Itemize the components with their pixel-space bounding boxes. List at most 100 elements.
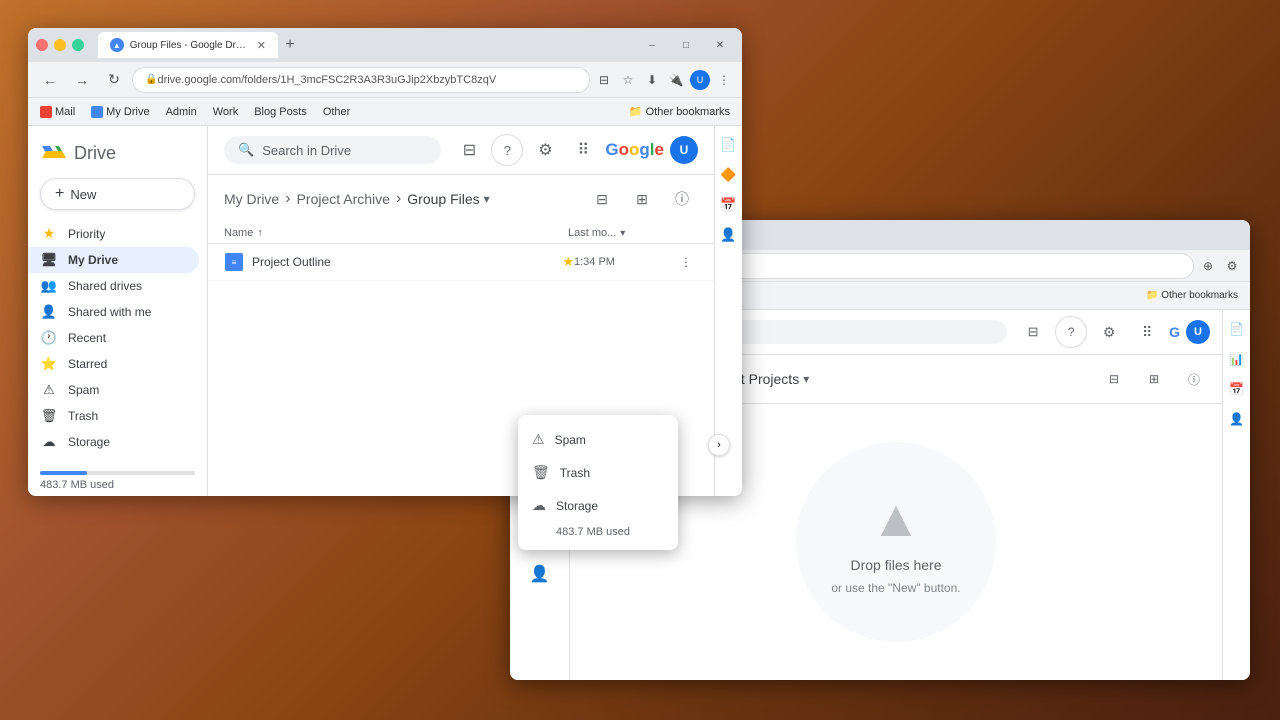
breadcrumb-actions-2: ⊟ ⊞ ⓘ <box>1098 363 1210 395</box>
calendar-icon-2[interactable]: 📅 <box>1226 378 1248 400</box>
popup-spam-icon: ⚠ <box>532 431 545 448</box>
col-name-label: Name <box>224 227 253 239</box>
spam-icon: ⚠ <box>40 382 58 398</box>
extension-icon[interactable]: 🔌 <box>666 70 686 90</box>
google-logo-2: G <box>1169 324 1180 340</box>
profile-icon[interactable]: U <box>690 70 710 90</box>
info-icon[interactable]: ⓘ <box>666 183 698 215</box>
col-modified-header[interactable]: Last mo... ▾ <box>568 227 668 239</box>
breadcrumb-chevron-icon-2[interactable]: ▾ <box>803 372 809 386</box>
bookmark-otherbookmarks[interactable]: 📁 Other bookmarks <box>625 103 734 120</box>
sidebar-item-storage[interactable]: ☁ Storage <box>28 429 199 455</box>
filter-files-icon-2[interactable]: ⊟ <box>1098 363 1130 395</box>
sidebar-item-priority[interactable]: ★ Priority <box>28 220 199 247</box>
grid-view-icon[interactable]: ⊞ <box>626 183 658 215</box>
storage-used-label: 483.7 MB used <box>40 479 114 491</box>
grid-view-icon-2[interactable]: ⊞ <box>1138 363 1170 395</box>
address-bar[interactable]: 🔒 drive.google.com/folders/1H_3mcFSC2R3A… <box>132 67 590 93</box>
sidebar-storage: 483.7 MB used <box>28 459 207 496</box>
sidebar-item-shareddrives[interactable]: 👥 Shared drives <box>28 273 199 299</box>
file-name: Project Outline <box>252 255 556 269</box>
settings-icon-2[interactable]: ⚙ <box>1222 256 1242 276</box>
browser-toolbar: ← → ↻ 🔒 drive.google.com/folders/1H_3mcF… <box>28 62 742 98</box>
popup-item-storage[interactable]: ☁ Storage <box>518 489 678 522</box>
table-row[interactable]: ≡ Project Outline ★ 1:34 PM ⋮ <box>208 244 714 281</box>
file-modified: 1:34 PM <box>574 256 674 268</box>
settings-icon-btn[interactable]: ⚙ <box>529 134 561 166</box>
sidebar-item-sharedwithme[interactable]: 👤 Shared with me <box>28 299 199 325</box>
win-minimize[interactable] <box>54 39 66 51</box>
filter-icon-2[interactable]: ⊟ <box>1017 316 1049 348</box>
breadcrumb-bar: My Drive › Project Archive › Group Files… <box>208 175 714 223</box>
sheets-icon-2[interactable]: 📊 <box>1226 348 1248 370</box>
apps-icon[interactable]: ⠿ <box>567 134 599 166</box>
breadcrumb-current: Group Files ▾ <box>407 191 489 207</box>
person-icon-2[interactable]: 👤 <box>1226 408 1248 430</box>
win-close[interactable] <box>36 39 48 51</box>
popup-spam-label: Spam <box>555 433 586 447</box>
breadcrumb-root[interactable]: My Drive <box>224 191 279 207</box>
bookmark-icon-2[interactable]: ⊕ <box>1198 256 1218 276</box>
breadcrumb-chevron-icon[interactable]: ▾ <box>484 192 490 206</box>
docs-panel-icon[interactable]: 📄 <box>718 134 740 156</box>
storage-fill <box>40 471 87 475</box>
restore-window[interactable]: □ <box>672 31 700 59</box>
popup-trash-icon: 🗑 <box>532 464 550 481</box>
help-icon-2[interactable]: ? <box>1055 316 1087 348</box>
keep-panel-icon[interactable]: 🔶 <box>718 164 740 186</box>
sidebar-item-starred[interactable]: ⭐ Starred <box>28 351 199 377</box>
chrome-more-icon[interactable]: ⋮ <box>714 70 734 90</box>
win-maximize[interactable] <box>72 39 84 51</box>
drop-circle: ▲ Drop files here or use the "New" butto… <box>796 442 996 642</box>
close-window[interactable]: ✕ <box>706 31 734 59</box>
search-bar[interactable]: 🔍 Search in Drive <box>224 136 441 164</box>
bookmark-other-bookmarks-2[interactable]: 📁 Other bookmarks <box>1142 288 1242 303</box>
forward-button[interactable]: → <box>68 66 96 94</box>
col-name-header[interactable]: Name ↑ <box>224 227 568 239</box>
filter-files-icon[interactable]: ⊟ <box>586 183 618 215</box>
help-icon[interactable]: ? <box>491 134 523 166</box>
download-icon[interactable]: ⬇ <box>642 70 662 90</box>
sidebar-toggle-btn[interactable]: › <box>708 434 730 456</box>
calendar-panel-icon[interactable]: 📅 <box>718 194 740 216</box>
sidebar-item-recent[interactable]: 🕐 Recent <box>28 325 199 351</box>
popup-item-trash[interactable]: 🗑 Trash <box>518 456 678 489</box>
bookmark-mail[interactable]: Mail <box>36 104 79 120</box>
settings-icon-btn-2[interactable]: ⚙ <box>1093 316 1125 348</box>
popup-item-spam[interactable]: ⚠ Spam <box>518 423 678 456</box>
breadcrumb-actions: ⊟ ⊞ ⓘ <box>586 183 698 215</box>
bookmark-mydrive[interactable]: My Drive <box>87 104 153 120</box>
reload-button[interactable]: ↻ <box>100 66 128 94</box>
apps-icon-2[interactable]: ⠿ <box>1131 316 1163 348</box>
tune-filter-icon[interactable]: ⊟ <box>453 134 485 166</box>
sidebar-item-spam[interactable]: ⚠ Spam <box>28 377 199 403</box>
info-icon-2[interactable]: ⓘ <box>1178 363 1210 395</box>
drop-text: Drop files here <box>850 557 941 573</box>
browser-tab-1[interactable]: ▲ Group Files - Google Drive ✕ <box>98 32 278 58</box>
popup-storage-info: 483.7 MB used <box>518 522 678 542</box>
tune-icon[interactable]: ⊟ <box>594 70 614 90</box>
docs-icon-2[interactable]: 📄 <box>1226 318 1248 340</box>
tab-close-icon[interactable]: ✕ <box>257 39 266 52</box>
bookmark-admin[interactable]: Admin <box>162 104 201 120</box>
doc-icon: ≡ <box>225 253 243 271</box>
bookmark-blogposts[interactable]: Blog Posts <box>250 104 311 120</box>
bookmark-star-icon[interactable]: ☆ <box>618 70 638 90</box>
person-panel-icon[interactable]: 👤 <box>718 224 740 246</box>
new-tab-button[interactable]: + <box>278 33 302 57</box>
file-star-icon[interactable]: ★ <box>562 254 574 270</box>
breadcrumb-middle[interactable]: Project Archive <box>297 191 390 207</box>
file-more-icon[interactable]: ⋮ <box>674 250 698 274</box>
new-button[interactable]: + New <box>40 178 195 210</box>
bookmark-other[interactable]: Other <box>319 104 355 120</box>
user-avatar-2[interactable]: U <box>1186 320 1210 344</box>
user-avatar[interactable]: U <box>670 136 698 164</box>
sidebar-item-trash[interactable]: 🗑 Trash <box>28 403 199 429</box>
sidebar-item-mydrive[interactable]: 🖥 My Drive <box>28 247 199 273</box>
bookmark-work[interactable]: Work <box>209 104 242 120</box>
sidebar-person-icon-2[interactable]: 👤 <box>522 556 558 592</box>
minimize-window[interactable]: – <box>638 31 666 59</box>
back-button[interactable]: ← <box>36 66 64 94</box>
tab-favicon: ▲ <box>110 38 124 52</box>
breadcrumb-current-text: Group Files <box>407 191 479 207</box>
